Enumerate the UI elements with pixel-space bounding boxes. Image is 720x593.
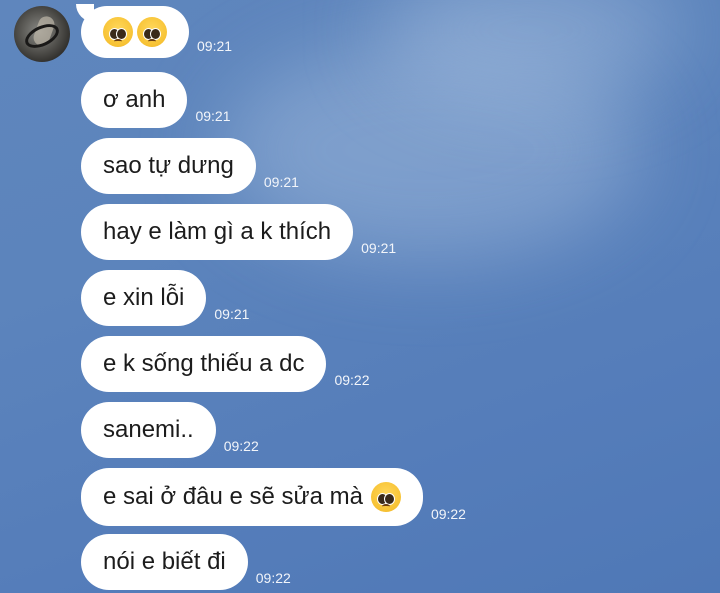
avatar[interactable] [14, 6, 70, 62]
message-time: 09:22 [334, 372, 370, 388]
message-row[interactable]: e k sống thiếu a dc 09:22 [81, 336, 370, 392]
message-bubble[interactable]: sao tự dưng [81, 138, 256, 194]
message-time: 09:22 [255, 570, 291, 586]
message-bubble[interactable]: sanemi.. [81, 402, 216, 458]
message-bubble[interactable]: hay e làm gì a k thích [81, 204, 354, 260]
message-row[interactable]: e xin lỗi 09:21 [81, 270, 249, 326]
message-time: 09:22 [430, 506, 466, 522]
message-text: e k sống thiếu a dc [103, 350, 305, 377]
message-bubble[interactable]: ơ anh [81, 72, 188, 128]
message-row[interactable]: sanemi.. 09:22 [81, 402, 259, 458]
message-time: 09:22 [223, 438, 259, 454]
message-time: 09:21 [197, 38, 233, 54]
message-text: sanemi.. [103, 416, 194, 443]
message-text: nói e biết đi [103, 548, 226, 575]
message-time: 09:21 [361, 240, 397, 256]
message-text: e xin lỗi [103, 284, 185, 311]
message-bubble[interactable]: e k sống thiếu a dc [81, 336, 327, 392]
message-bubble[interactable]: e xin lỗi [81, 270, 207, 326]
message-time: 09:21 [214, 306, 250, 322]
message-bubble[interactable]: e sai ở đâu e sẽ sửa mà [81, 468, 423, 526]
message-row[interactable]: hay e làm gì a k thích 09:21 [81, 204, 396, 260]
message-row[interactable]: 09:21 [81, 6, 232, 58]
pleading-face-icon [103, 17, 133, 47]
pleading-face-icon [137, 17, 167, 47]
pleading-face-icon [370, 482, 401, 512]
message-time: 09:21 [263, 174, 299, 190]
message-text: e sai ở đâu e sẽ sửa mà [103, 483, 363, 510]
message-row[interactable]: sao tự dưng 09:21 [81, 138, 299, 194]
message-row[interactable]: ơ anh 09:21 [81, 72, 231, 128]
message-time: 09:21 [195, 108, 231, 124]
message-bubble[interactable] [81, 6, 189, 58]
message-bubble[interactable]: nói e biết đi [81, 534, 248, 590]
message-text: sao tự dưng [103, 152, 234, 179]
message-text: ơ anh [103, 86, 166, 113]
message-row[interactable]: nói e biết đi 09:22 [81, 534, 291, 590]
message-row[interactable]: e sai ở đâu e sẽ sửa mà 09:22 [81, 468, 466, 526]
message-text: hay e làm gì a k thích [103, 218, 332, 245]
